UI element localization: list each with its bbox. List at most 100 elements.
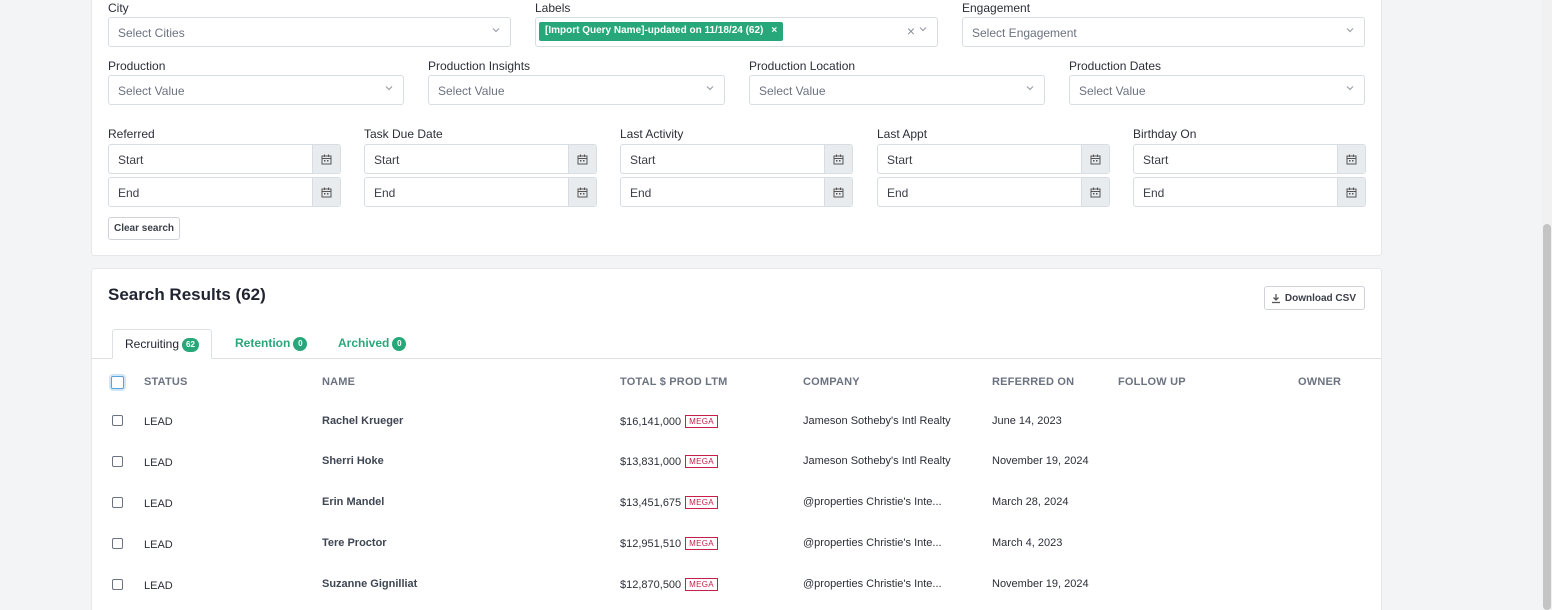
production-select[interactable]: Select Value (108, 75, 404, 105)
start-placeholder: Start (1143, 153, 1169, 167)
row-checkbox[interactable] (112, 538, 123, 549)
production-location-select[interactable]: Select Value (749, 75, 1045, 105)
row-referred-on: November 19, 2024 (992, 578, 1089, 590)
engagement-label: Engagement (962, 1, 1031, 15)
last-activity-start-input[interactable]: Start (620, 144, 853, 174)
column-header-referred-on[interactable]: REFERRED ON (992, 376, 1074, 388)
clear-search-button[interactable]: Clear search (108, 217, 181, 240)
scrollbar-thumb[interactable] (1543, 224, 1551, 610)
tab-archived-label: Archived (338, 336, 390, 350)
calendar-icon[interactable] (1081, 178, 1109, 206)
select-all-checkbox[interactable] (111, 376, 124, 389)
row-status: LEAD (144, 498, 173, 510)
tab-retention[interactable]: Retention 0 (223, 329, 319, 359)
row-checkbox[interactable] (112, 579, 123, 590)
birthday-start-input[interactable]: Start (1133, 144, 1366, 174)
city-select[interactable]: Select Cities (108, 17, 511, 47)
calendar-icon[interactable] (1337, 145, 1365, 173)
production-label: Production (108, 59, 166, 73)
clear-icon[interactable]: × (907, 23, 915, 39)
row-checkbox[interactable] (112, 497, 123, 508)
calendar-icon[interactable] (1337, 178, 1365, 206)
column-header-total-prod[interactable]: TOTAL $ PROD LTM (620, 376, 728, 388)
end-placeholder: End (118, 186, 140, 200)
row-prod: $12,870,500 MEGA (620, 578, 718, 591)
start-placeholder: Start (118, 153, 144, 167)
row-name-link[interactable]: Tere Proctor (322, 537, 387, 549)
chevron-down-icon (1346, 86, 1354, 91)
calendar-icon[interactable] (312, 145, 340, 173)
calendar-icon[interactable] (568, 178, 596, 206)
production-placeholder: Select Value (118, 84, 185, 98)
row-referred-on: November 19, 2024 (992, 455, 1089, 467)
last-appt-label: Last Appt (877, 127, 928, 141)
calendar-icon[interactable] (1081, 145, 1109, 173)
row-checkbox[interactable] (112, 456, 123, 467)
row-status: LEAD (144, 539, 173, 551)
remove-tag-icon[interactable]: × (771, 25, 777, 36)
mega-badge: MEGA (685, 455, 718, 468)
referred-label: Referred (108, 127, 155, 141)
start-placeholder: Start (887, 153, 913, 167)
column-header-company[interactable]: COMPANY (803, 376, 860, 388)
row-referred-on: June 14, 2023 (992, 415, 1062, 427)
tab-recruiting[interactable]: Recruiting 62 (112, 329, 212, 359)
row-company: Jameson Sotheby's Intl Realty (803, 415, 951, 427)
row-company: @properties Christie's Inte... (803, 496, 942, 508)
production-dates-placeholder: Select Value (1079, 84, 1146, 98)
start-placeholder: Start (630, 153, 656, 167)
calendar-icon[interactable] (824, 145, 852, 173)
row-referred-on: March 28, 2024 (992, 496, 1069, 508)
column-header-owner[interactable]: OWNER (1298, 376, 1341, 388)
production-dates-select[interactable]: Select Value (1069, 75, 1365, 105)
download-csv-button[interactable]: Download CSV (1263, 286, 1365, 310)
row-checkbox[interactable] (112, 415, 123, 426)
referred-end-input[interactable]: End (108, 177, 341, 207)
end-placeholder: End (630, 186, 652, 200)
task-due-start-input[interactable]: Start (364, 144, 597, 174)
birthday-on-label: Birthday On (1133, 127, 1197, 141)
chevron-down-icon (385, 86, 393, 91)
row-prod-value: $12,870,500 (620, 579, 682, 591)
tab-recruiting-label: Recruiting (125, 337, 180, 351)
city-label: City (108, 1, 129, 15)
production-insights-select[interactable]: Select Value (428, 75, 725, 105)
end-placeholder: End (887, 186, 909, 200)
row-name-link[interactable]: Erin Mandel (322, 496, 384, 508)
birthday-end-input[interactable]: End (1133, 177, 1366, 207)
results-title: Search Results (62) (108, 285, 266, 304)
last-appt-start-input[interactable]: Start (877, 144, 1110, 174)
calendar-icon[interactable] (568, 145, 596, 173)
chevron-down-icon (706, 86, 714, 91)
calendar-icon[interactable] (312, 178, 340, 206)
row-name-link[interactable]: Rachel Krueger (322, 415, 403, 427)
row-status: LEAD (144, 580, 173, 592)
start-placeholder: Start (374, 153, 400, 167)
page-scrollbar[interactable] (1542, 0, 1552, 610)
production-dates-label: Production Dates (1069, 59, 1162, 73)
labels-label: Labels (535, 1, 571, 15)
engagement-select[interactable]: Select Engagement (962, 17, 1365, 47)
task-due-end-input[interactable]: End (364, 177, 597, 207)
column-header-follow-up[interactable]: FOLLOW UP (1118, 376, 1186, 388)
task-due-date-label: Task Due Date (364, 127, 443, 141)
production-insights-placeholder: Select Value (438, 84, 505, 98)
labels-select[interactable]: [Import Query Name]-updated on 11/18/24 … (535, 17, 938, 47)
column-header-status[interactable]: STATUS (144, 376, 188, 388)
engagement-placeholder: Select Engagement (972, 26, 1077, 40)
row-prod-value: $16,141,000 (620, 416, 682, 428)
last-activity-end-input[interactable]: End (620, 177, 853, 207)
row-company: @properties Christie's Inte... (803, 578, 942, 590)
row-name-link[interactable]: Sherri Hoke (322, 455, 384, 467)
chevron-down-icon (1346, 28, 1354, 33)
mega-badge: MEGA (685, 415, 718, 428)
tab-archived-count: 0 (392, 337, 407, 351)
last-appt-end-input[interactable]: End (877, 177, 1110, 207)
chevron-down-icon (492, 28, 500, 33)
referred-start-input[interactable]: Start (108, 144, 341, 174)
calendar-icon[interactable] (824, 178, 852, 206)
row-name-link[interactable]: Suzanne Gignilliat (322, 578, 417, 590)
tab-archived[interactable]: Archived 0 (326, 329, 418, 359)
row-referred-on: March 4, 2023 (992, 537, 1063, 549)
column-header-name[interactable]: NAME (322, 376, 355, 388)
